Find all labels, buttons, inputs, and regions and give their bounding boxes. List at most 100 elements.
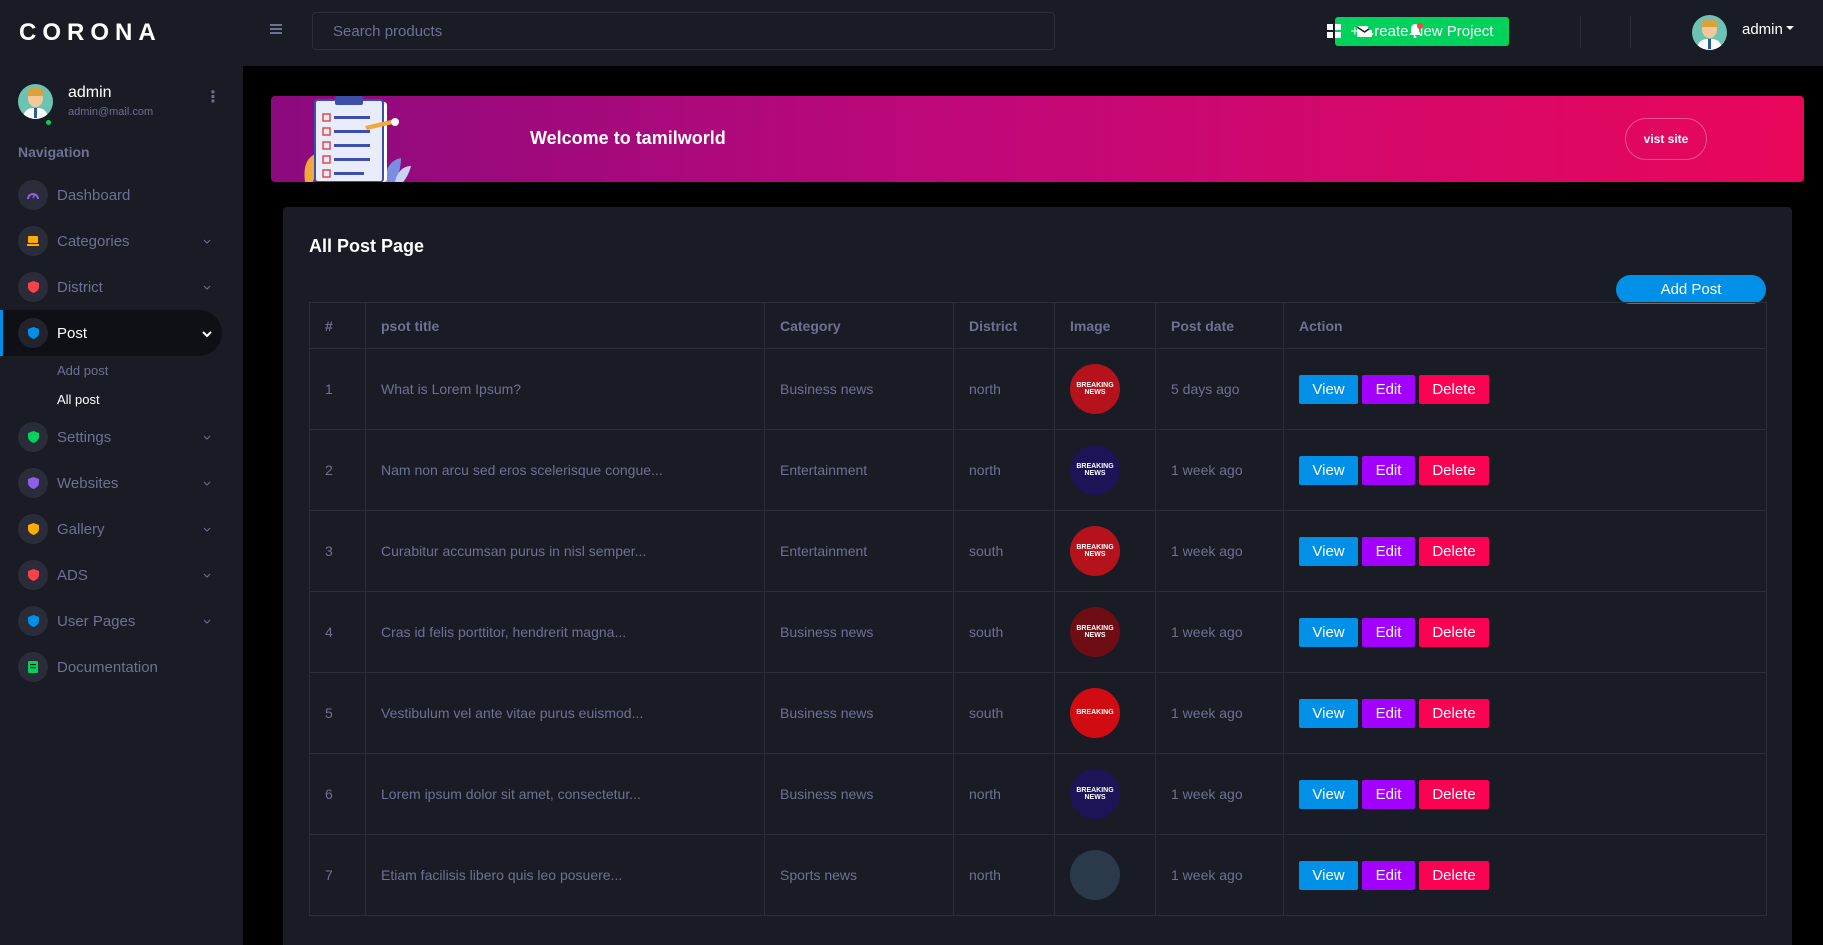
view-button[interactable]: View — [1299, 617, 1358, 647]
view-button[interactable]: View — [1299, 536, 1358, 566]
sidebar-item-settings[interactable]: Settings — [0, 414, 243, 460]
post-title: What is Lorem Ipsum? — [365, 348, 765, 430]
sidebar-subitem-add-post[interactable]: Add post — [0, 356, 243, 385]
post-thumbnail[interactable]: BREAKING NEWS — [1070, 769, 1120, 819]
avatar[interactable] — [18, 83, 53, 119]
row-number: 7 — [309, 834, 366, 916]
visit-site-button[interactable]: vist site — [1625, 118, 1707, 160]
sidebar-item-ads[interactable]: ADS — [0, 552, 243, 598]
nav-list: Dashboard Categories District Post Add post A… — [0, 172, 243, 690]
sidebar-item-documentation[interactable]: Documentation — [0, 644, 243, 690]
document-icon — [18, 652, 48, 682]
action-cell: View Edit Delete — [1283, 429, 1767, 511]
sidebar-item-district[interactable]: District — [0, 264, 243, 310]
table-row: 4 Cras id felis porttitor, hendrerit magn… — [309, 591, 1767, 673]
column-header: Category — [764, 302, 954, 349]
post-date: 1 week ago — [1155, 591, 1284, 673]
action-cell: View Edit Delete — [1283, 510, 1767, 592]
sidebar-item-categories[interactable]: Categories — [0, 218, 243, 264]
welcome-banner: Welcome to tamilworld vist site — [271, 96, 1804, 182]
sidebar-item-gallery[interactable]: Gallery — [0, 506, 243, 552]
post-date: 1 week ago — [1155, 429, 1284, 511]
edit-button[interactable]: Edit — [1362, 860, 1415, 890]
add-post-button[interactable]: Add Post — [1616, 275, 1766, 304]
edit-button[interactable]: Edit — [1362, 698, 1415, 728]
edit-button[interactable]: Edit — [1362, 455, 1415, 485]
brand-logo[interactable]: CORONA — [0, 0, 243, 66]
mail-icon[interactable] — [1355, 21, 1375, 41]
table-header-row: # psot title Category District Image Pos… — [309, 302, 1767, 349]
post-thumbnail[interactable]: BREAKING NEWS — [1070, 526, 1120, 576]
edit-button[interactable]: Edit — [1362, 536, 1415, 566]
post-title: Etiam facilisis libero quis leo posuere.… — [365, 834, 765, 916]
view-button[interactable]: View — [1299, 860, 1358, 890]
view-button[interactable]: View — [1299, 455, 1358, 485]
chevron-down-icon — [203, 282, 211, 293]
navbar-username[interactable]: admin — [1742, 21, 1783, 38]
action-cell: View Edit Delete — [1283, 753, 1767, 835]
shield-icon — [18, 606, 48, 636]
profile-email: admin@mail.com — [68, 106, 154, 118]
delete-button[interactable]: Delete — [1419, 617, 1489, 647]
more-vertical-icon[interactable]: ⋮ — [205, 90, 221, 106]
column-header: Action — [1283, 302, 1767, 349]
chevron-down-icon — [203, 478, 211, 489]
table-body: 1 What is Lorem Ipsum? Business news north B… — [309, 348, 1767, 916]
post-category: Business news — [764, 672, 954, 754]
sidebar-item-label: Post — [57, 324, 88, 342]
delete-button[interactable]: Delete — [1419, 374, 1489, 404]
view-button[interactable]: View — [1299, 698, 1358, 728]
row-number: 1 — [309, 348, 366, 430]
view-button[interactable]: View — [1299, 779, 1358, 809]
post-district: north — [953, 429, 1055, 511]
action-cell: View Edit Delete — [1283, 348, 1767, 430]
post-thumbnail[interactable]: BREAKING NEWS — [1070, 445, 1120, 495]
post-thumbnail[interactable]: BREAKING NEWS — [1070, 607, 1120, 657]
post-title: Cras id felis porttitor, hendrerit magna… — [365, 591, 765, 673]
view-button[interactable]: View — [1299, 374, 1358, 404]
post-title: Curabitur accumsan purus in nisl semper.… — [365, 510, 765, 592]
bell-icon[interactable] — [1406, 21, 1426, 41]
delete-button[interactable]: Delete — [1419, 860, 1489, 890]
table-row: 7 Etiam facilisis libero quis leo posuere… — [309, 834, 1767, 916]
grid-icon[interactable] — [1324, 21, 1344, 41]
column-header: # — [309, 302, 366, 349]
delete-button[interactable]: Delete — [1419, 779, 1489, 809]
sidebar-item-user-pages[interactable]: User Pages — [0, 598, 243, 644]
post-date: 5 days ago — [1155, 348, 1284, 430]
sidebar-subitem-all-post[interactable]: All post — [0, 385, 243, 414]
shield-icon — [18, 272, 48, 302]
edit-button[interactable]: Edit — [1362, 779, 1415, 809]
table-row: 1 What is Lorem Ipsum? Business news north B… — [309, 348, 1767, 430]
sidebar-item-label: Settings — [57, 428, 112, 446]
delete-button[interactable]: Delete — [1419, 455, 1489, 485]
chevron-down-icon[interactable] — [1786, 26, 1794, 30]
table-row: 5 Vestibulum vel ante vitae purus euismod… — [309, 672, 1767, 754]
top-navbar: + Create New Project admin — [243, 0, 1823, 66]
edit-button[interactable]: Edit — [1362, 374, 1415, 404]
delete-button[interactable]: Delete — [1419, 536, 1489, 566]
post-thumbnail[interactable]: BREAKING NEWS — [1070, 364, 1120, 414]
column-header: Image — [1054, 302, 1156, 349]
post-title: Vestibulum vel ante vitae purus euismod.… — [365, 672, 765, 754]
delete-button[interactable]: Delete — [1419, 698, 1489, 728]
edit-button[interactable]: Edit — [1362, 617, 1415, 647]
search-input[interactable] — [312, 12, 1055, 50]
shield-icon — [18, 468, 48, 498]
menu-toggle-icon[interactable] — [270, 24, 282, 36]
post-image-cell: BREAKING NEWS — [1054, 753, 1156, 835]
post-district: north — [953, 834, 1055, 916]
sidebar-item-post[interactable]: Post — [0, 310, 222, 356]
post-thumbnail[interactable]: BREAKING — [1070, 688, 1120, 738]
sidebar-item-label: Websites — [57, 474, 119, 492]
post-thumbnail[interactable] — [1070, 850, 1120, 900]
sidebar-item-dashboard[interactable]: Dashboard — [0, 172, 243, 218]
sidebar-profile: admin admin@mail.com ⋮ — [0, 66, 243, 127]
row-number: 3 — [309, 510, 366, 592]
shield-icon — [18, 422, 48, 452]
chevron-down-icon — [203, 432, 211, 443]
navbar-avatar[interactable] — [1692, 15, 1727, 50]
shield-icon — [18, 560, 48, 590]
column-header: psot title — [365, 302, 765, 349]
sidebar-item-websites[interactable]: Websites — [0, 460, 243, 506]
